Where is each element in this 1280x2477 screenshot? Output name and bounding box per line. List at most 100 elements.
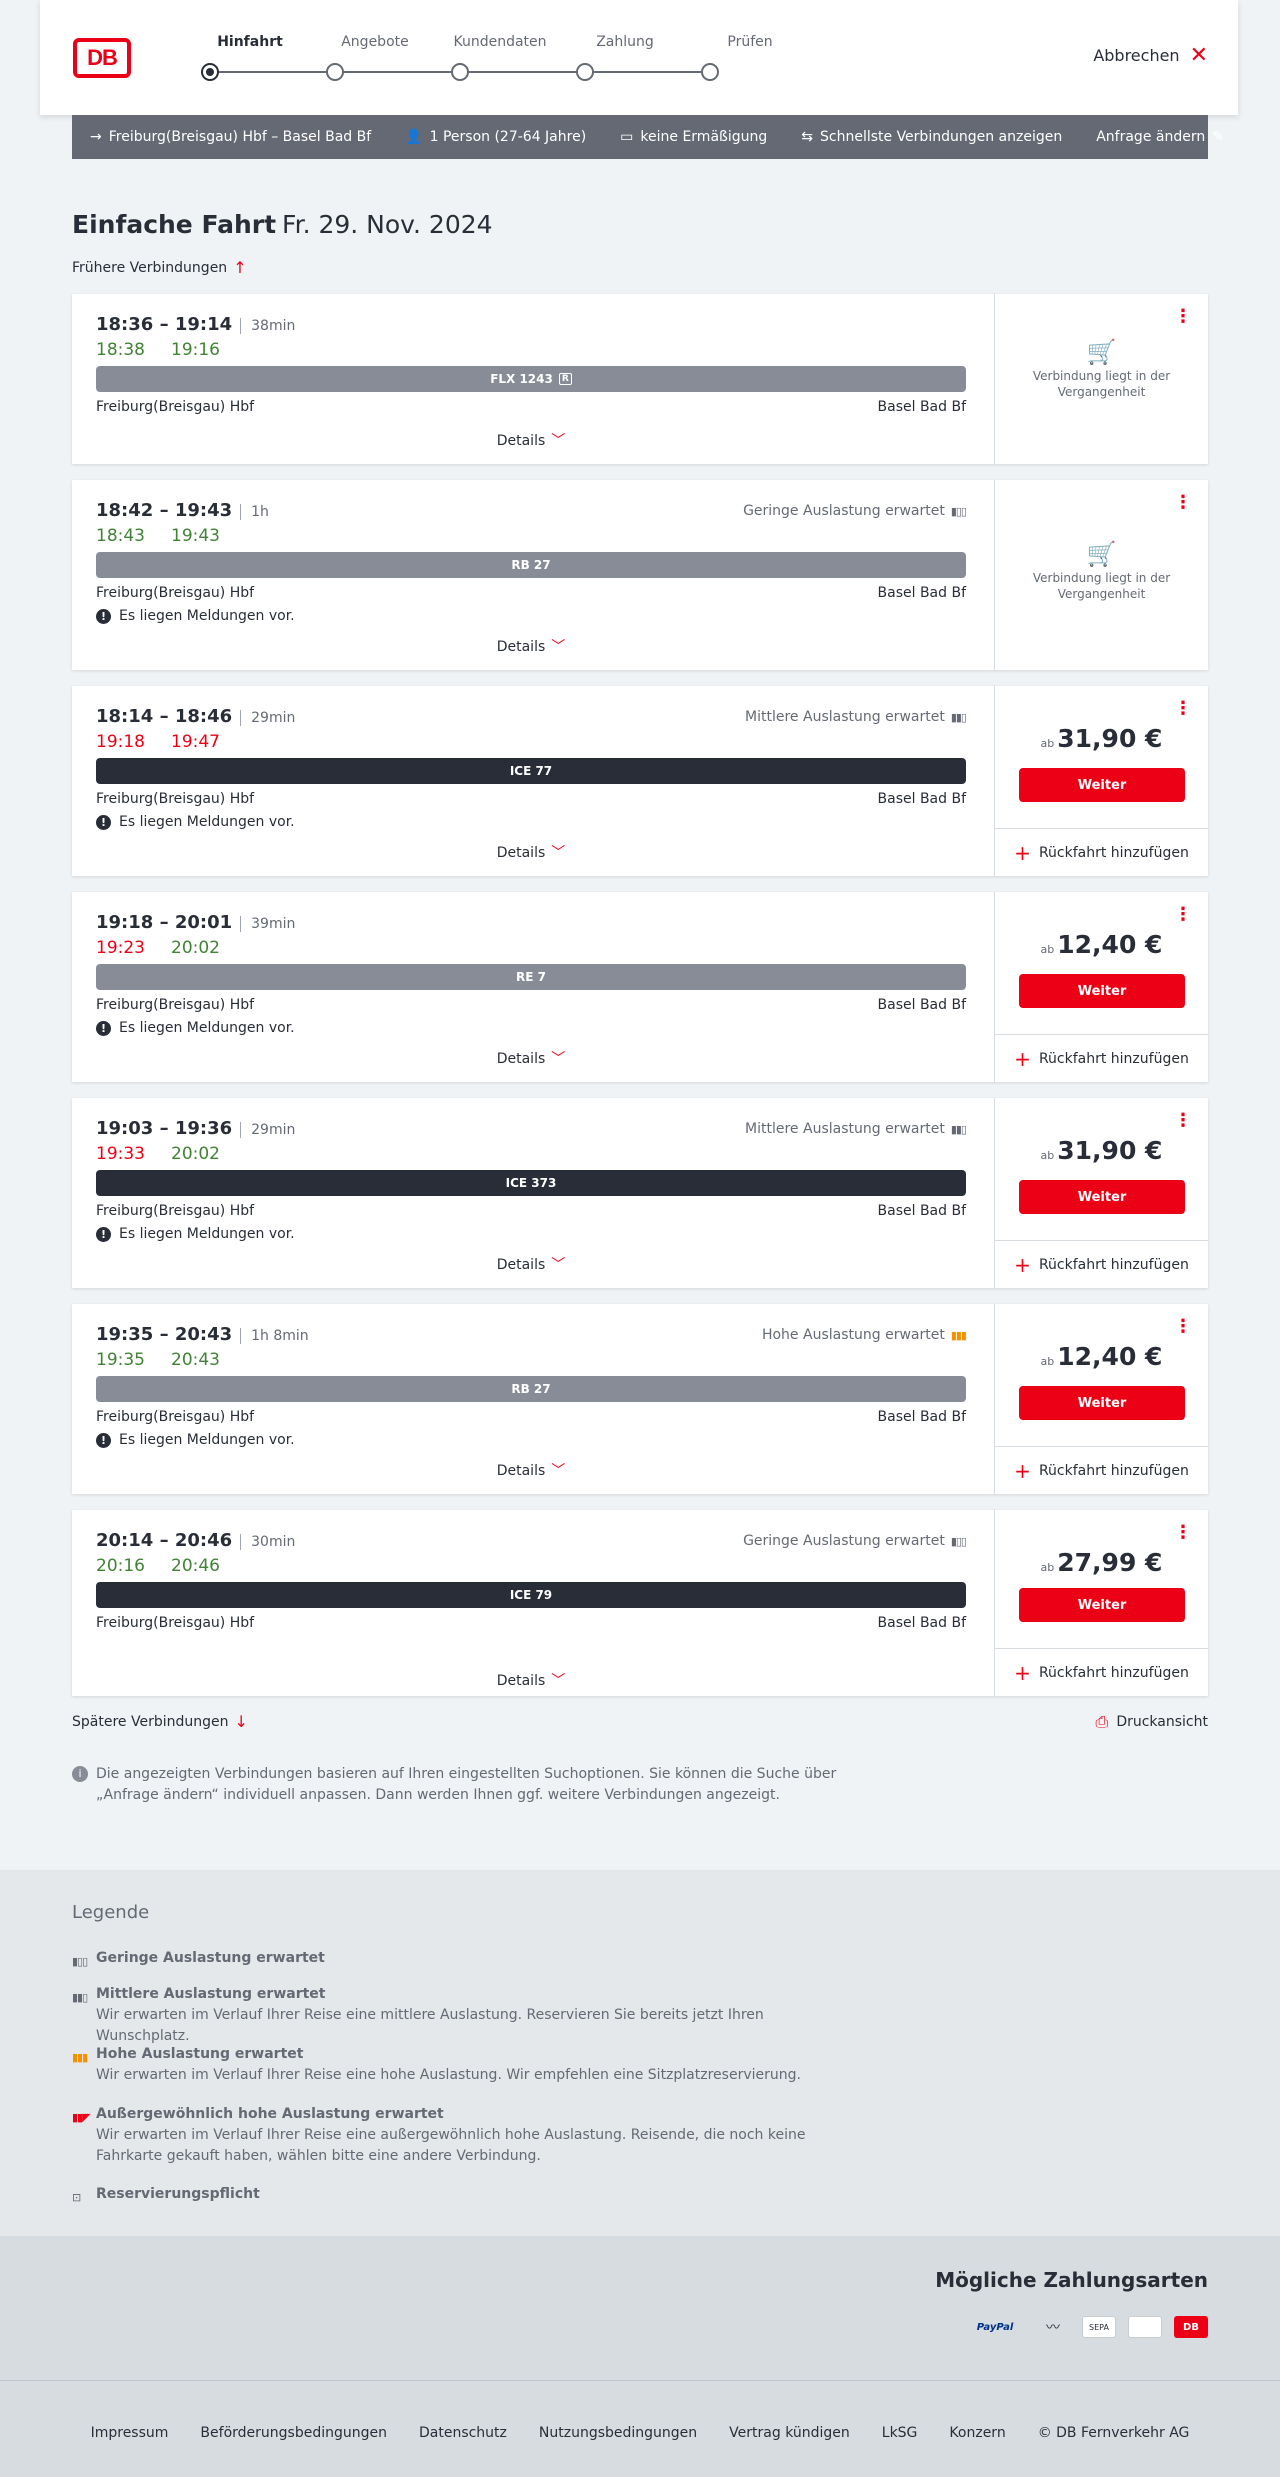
continue-button[interactable]: Weiter: [1019, 974, 1185, 1008]
route-summary: → Freiburg(Breisgau) Hbf – Basel Bad Bf: [90, 129, 372, 145]
exclamation-icon: !: [96, 1432, 111, 1448]
step-angebote: Angebote: [341, 34, 409, 50]
connection-card[interactable]: 19:03 – 19:36 29min 19:33 20:02 Mittlere Au…: [72, 1098, 1208, 1288]
step-pruefen: Prüfen: [727, 34, 773, 50]
more-options-icon[interactable]: ⋮: [1174, 698, 1192, 719]
train-name: ICE 79: [509, 1588, 553, 1602]
planned-times: 19:35 – 20:43 1h 8min: [96, 1324, 309, 1345]
train-bar[interactable]: FLX 1243 R: [96, 366, 966, 392]
price: ab 31,90 €: [1040, 724, 1163, 753]
db-logo[interactable]: DB: [73, 38, 131, 78]
connection-card[interactable]: 18:36 – 19:14 38min 18:38 19:16 FLX 1243 R F…: [72, 294, 1208, 464]
cancel-label: Abbrechen: [1093, 46, 1180, 65]
chevron-down-icon: ﹀: [551, 1257, 566, 1273]
legend-section: Legende ▮▯▯ Geringe Auslastung erwartet ▮…: [0, 1870, 1280, 2236]
apple-pay-icon: [1128, 2316, 1162, 2338]
details-toggle[interactable]: Details ﹀: [96, 1460, 966, 1480]
continue-button[interactable]: Weiter: [1019, 1386, 1185, 1420]
step-kundendaten: Kundendaten: [453, 34, 547, 50]
plus-icon: +: [1014, 1458, 1031, 1483]
details-toggle[interactable]: Details ﹀: [96, 1670, 966, 1690]
connection-info: 18:42 – 19:43 1h 18:43 19:43 Geringe Auslas…: [96, 480, 967, 670]
realtime-arrival: 20:02: [171, 1144, 220, 1164]
plus-icon: +: [1014, 1252, 1031, 1277]
details-toggle[interactable]: Details ﹀: [96, 1048, 966, 1068]
add-return-button[interactable]: + Rückfahrt hinzufügen: [995, 828, 1208, 876]
footer-link[interactable]: Nutzungsbedingungen: [539, 2425, 697, 2441]
connection-card[interactable]: 18:14 – 18:46 29min 19:18 19:47 Mittlere Au…: [72, 686, 1208, 876]
add-return-button[interactable]: + Rückfahrt hinzufügen: [995, 1648, 1208, 1696]
footer-link[interactable]: Vertrag kündigen: [729, 2425, 850, 2441]
realtime-arrival: 19:43: [171, 526, 220, 546]
planned-times: 19:18 – 20:01 39min: [96, 912, 296, 933]
db-payment-icon: DB: [1174, 2316, 1208, 2338]
payment-methods-section: Mögliche Zahlungsarten PayPal 〰 SEPA DB: [0, 2236, 1280, 2380]
details-toggle[interactable]: Details ﹀: [96, 1254, 966, 1274]
footer-link[interactable]: Impressum: [91, 2425, 169, 2441]
disruption-message: ! Es liegen Meldungen vor.: [96, 608, 295, 624]
more-options-icon[interactable]: ⋮: [1174, 306, 1192, 327]
step-hinfahrt[interactable]: Hinfahrt: [190, 34, 310, 50]
realtime-arrival: 19:47: [171, 732, 220, 752]
realtime-departure: 18:43: [96, 526, 145, 546]
offer-panel: ⋮ ab 12,40 € Weiter + Rückfahrt hinzufügen: [994, 892, 1208, 1082]
footer-link[interactable]: Konzern: [949, 2425, 1005, 2441]
train-bar[interactable]: ICE 79: [96, 1582, 966, 1608]
train-bar[interactable]: RB 27: [96, 1376, 966, 1402]
paypal-icon: PayPal: [976, 2321, 1014, 2333]
footer-link[interactable]: LkSG: [882, 2425, 918, 2441]
connection-info: 19:03 – 19:36 29min 19:33 20:02 Mittlere Au…: [96, 1098, 967, 1288]
stations-row: Freiburg(Breisgau) Hbf Basel Bad Bf: [96, 1615, 966, 1631]
info-icon: i: [72, 1766, 88, 1782]
duration: 29min: [240, 710, 296, 726]
details-toggle[interactable]: Details ﹀: [96, 636, 966, 656]
train-name: RB 27: [511, 558, 551, 572]
footer-link[interactable]: Beförderungsbedingungen: [200, 2425, 387, 2441]
occupancy-indicator: Geringe Auslastung erwartet ▮▯▯: [743, 503, 967, 519]
close-icon: ✕: [1189, 42, 1208, 68]
continue-button[interactable]: Weiter: [1019, 768, 1185, 802]
search-summary-bar: → Freiburg(Breisgau) Hbf – Basel Bad Bf 👤…: [72, 115, 1224, 159]
later-connections-link[interactable]: Spätere Verbindungen ↓: [72, 1712, 248, 1731]
train-bar[interactable]: ICE 373: [96, 1170, 966, 1196]
footer-link[interactable]: Datenschutz: [419, 2425, 507, 2441]
more-options-icon[interactable]: ⋮: [1174, 904, 1192, 925]
add-return-button[interactable]: + Rückfahrt hinzufügen: [995, 1240, 1208, 1288]
destination-station: Basel Bad Bf: [877, 1203, 966, 1219]
print-view-link[interactable]: ⎙ Druckansicht: [1096, 1712, 1208, 1732]
train-bar[interactable]: RE 7: [96, 964, 966, 990]
more-options-icon[interactable]: ⋮: [1174, 1110, 1192, 1131]
connection-card[interactable]: 19:35 – 20:43 1h 8min 19:35 20:43 Hohe Ausl…: [72, 1304, 1208, 1494]
connection-card[interactable]: 18:42 – 19:43 1h 18:43 19:43 Geringe Auslas…: [72, 480, 1208, 670]
cancel-button[interactable]: Abbrechen ✕: [1093, 42, 1208, 68]
duration: 1h: [240, 504, 269, 520]
details-toggle[interactable]: Details ﹀: [96, 430, 966, 450]
realtime-times: 20:16 20:46: [96, 1556, 246, 1576]
add-return-button[interactable]: + Rückfahrt hinzufügen: [995, 1034, 1208, 1082]
realtime-times: 19:18 19:47: [96, 732, 246, 752]
change-request-button[interactable]: Anfrage ändern ✎: [1096, 129, 1224, 145]
realtime-departure: 20:16: [96, 1556, 145, 1576]
duration: 38min: [240, 318, 296, 334]
connection-card[interactable]: 20:14 – 20:46 30min 20:16 20:46 Geringe Aus…: [72, 1510, 1208, 1696]
exclamation-icon: !: [96, 814, 111, 830]
duration: 1h 8min: [240, 1328, 309, 1344]
exclamation-icon: !: [96, 1020, 111, 1036]
cart-disabled-icon: 🛒: [1086, 540, 1117, 568]
realtime-arrival: 20:02: [171, 938, 220, 958]
earlier-connections-link[interactable]: Frühere Verbindungen ↑: [72, 258, 247, 277]
continue-button[interactable]: Weiter: [1019, 1180, 1185, 1214]
footer-links: Impressum Beförderungsbedingungen Datensch…: [0, 2425, 1280, 2441]
more-options-icon[interactable]: ⋮: [1174, 1316, 1192, 1337]
stations-row: Freiburg(Breisgau) Hbf Basel Bad Bf: [96, 399, 966, 415]
details-toggle[interactable]: Details ﹀: [96, 842, 966, 862]
travel-date: Fr. 29. Nov. 2024: [282, 210, 493, 239]
train-bar[interactable]: ICE 77: [96, 758, 966, 784]
train-bar[interactable]: RB 27: [96, 552, 966, 578]
add-return-button[interactable]: + Rückfahrt hinzufügen: [995, 1446, 1208, 1494]
connection-card[interactable]: 19:18 – 20:01 39min 19:23 20:02 RE 7 Freibu…: [72, 892, 1208, 1082]
more-options-icon[interactable]: ⋮: [1174, 492, 1192, 513]
step-dot: [451, 63, 469, 81]
more-options-icon[interactable]: ⋮: [1174, 1522, 1192, 1543]
continue-button[interactable]: Weiter: [1019, 1588, 1185, 1622]
